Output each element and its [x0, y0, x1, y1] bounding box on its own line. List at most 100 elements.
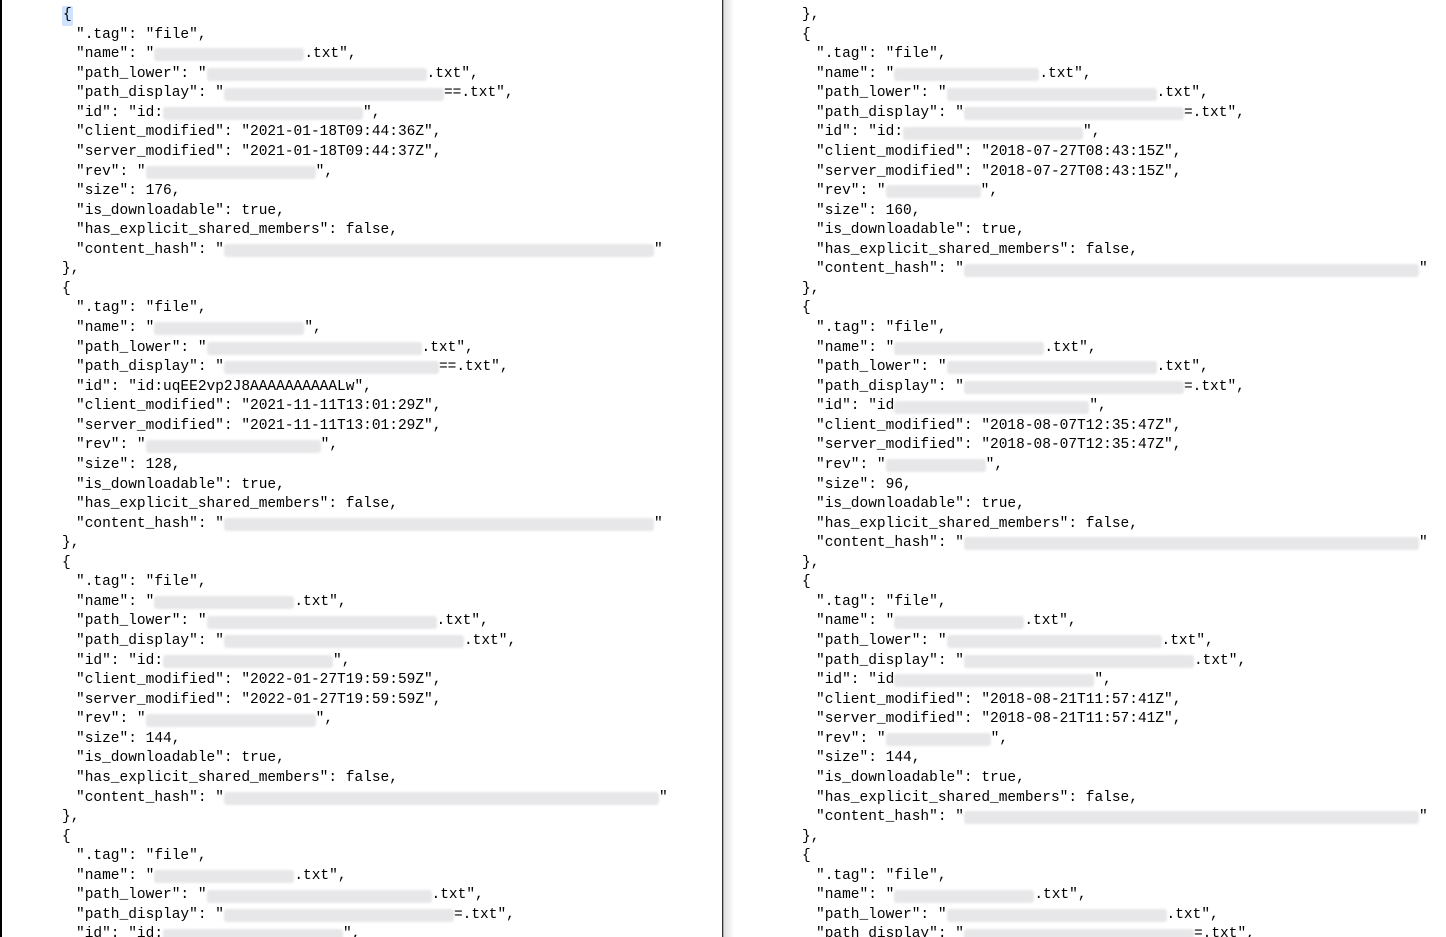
page-right: },{".tag": "file","name": " .txt","path_… — [723, 0, 1446, 937]
redacted-text — [146, 714, 316, 727]
json-line: }, — [20, 260, 718, 280]
json-line: "name": " .txt", — [760, 886, 1442, 906]
redacted-text — [224, 635, 464, 648]
json-line: "path_display": " ==.txt", — [20, 84, 718, 104]
redacted-text — [224, 361, 439, 374]
redacted-text — [947, 909, 1167, 922]
json-line: }, — [760, 6, 1442, 26]
json-line: "name": " .txt", — [760, 612, 1442, 632]
json-line: "name": " .txt", — [20, 593, 718, 613]
redacted-text — [947, 635, 1162, 648]
json-line: "has_explicit_shared_members": false, — [760, 515, 1442, 535]
json-line: "is_downloadable": true, — [20, 202, 718, 222]
redacted-text — [154, 596, 294, 609]
redacted-text — [886, 459, 986, 472]
json-line: ".tag": "file", — [20, 573, 718, 593]
json-line: ".tag": "file", — [760, 867, 1442, 887]
json-line: "rev": " ", — [760, 456, 1442, 476]
redacted-text — [894, 68, 1039, 81]
json-line: "path_display": " ==.txt", — [20, 358, 718, 378]
json-line: "path_lower": " .txt", — [760, 632, 1442, 652]
redacted-text — [224, 909, 454, 922]
json-line: "size": 128, — [20, 456, 718, 476]
redacted-text — [964, 929, 1194, 937]
json-line: "name": " .txt", — [20, 45, 718, 65]
json-line: "size": 160, — [760, 202, 1442, 222]
json-line: { — [20, 6, 718, 26]
json-line: "path_lower": " .txt", — [760, 84, 1442, 104]
json-line: "path_lower": " .txt", — [20, 65, 718, 85]
json-line: "client_modified": "2018-08-21T11:57:41Z… — [760, 691, 1442, 711]
json-line: "path_lower": " .txt", — [20, 339, 718, 359]
json-line: ".tag": "file", — [760, 45, 1442, 65]
json-line: "is_downloadable": true, — [20, 749, 718, 769]
redacted-text — [964, 107, 1184, 120]
redacted-text — [894, 890, 1034, 903]
redacted-text — [947, 361, 1157, 374]
json-line: "path_display": " .txt", — [20, 632, 718, 652]
json-line: "path_lower": " .txt", — [20, 612, 718, 632]
json-line: "rev": " ", — [20, 710, 718, 730]
json-line: { — [760, 847, 1442, 867]
json-line: }, — [760, 280, 1442, 300]
json-line: "server_modified": "2022-01-27T19:59:59Z… — [20, 691, 718, 711]
json-line: "id": "id:uqEE2vp2J8AAAAAAAAAALw", — [20, 378, 718, 398]
json-line: "path_lower": " .txt", — [760, 906, 1442, 926]
json-line: "id": "id: ", — [20, 925, 718, 937]
redacted-text — [207, 342, 422, 355]
redacted-text — [894, 674, 1094, 687]
redacted-text — [903, 127, 1083, 140]
redacted-text — [964, 381, 1184, 394]
json-line: "path_display": " =.txt", — [760, 378, 1442, 398]
json-line: "size": 144, — [760, 749, 1442, 769]
json-line: "id": "id: ", — [20, 104, 718, 124]
redacted-text — [163, 655, 333, 668]
json-line: { — [760, 299, 1442, 319]
json-line: "name": " .txt", — [20, 867, 718, 887]
json-line: "size": 176, — [20, 182, 718, 202]
redacted-text — [224, 792, 659, 805]
json-line: "has_explicit_shared_members": false, — [20, 495, 718, 515]
json-line: "server_modified": "2021-11-11T13:01:29Z… — [20, 417, 718, 437]
redacted-text — [894, 342, 1044, 355]
json-line: "content_hash": " " — [760, 808, 1442, 828]
json-line: "id": "id ", — [760, 397, 1442, 417]
json-line: }, — [20, 808, 718, 828]
json-line: ".tag": "file", — [760, 593, 1442, 613]
json-line: ".tag": "file", — [20, 847, 718, 867]
json-line: "client_modified": "2018-08-07T12:35:47Z… — [760, 417, 1442, 437]
json-line: "size": 96, — [760, 476, 1442, 496]
json-line: ".tag": "file", — [760, 319, 1442, 339]
json-line: "is_downloadable": true, — [760, 495, 1442, 515]
redacted-text — [154, 322, 304, 335]
json-line: }, — [760, 828, 1442, 848]
redacted-text — [146, 440, 321, 453]
json-line: "content_hash": " " — [760, 260, 1442, 280]
json-line: "name": " ", — [20, 319, 718, 339]
json-line: "has_explicit_shared_members": false, — [760, 789, 1442, 809]
redacted-text — [154, 48, 304, 61]
json-line: { — [20, 280, 718, 300]
redacted-text — [947, 88, 1157, 101]
json-line: "server_modified": "2018-07-27T08:43:15Z… — [760, 163, 1442, 183]
json-line: "client_modified": "2022-01-27T19:59:59Z… — [20, 671, 718, 691]
json-line: "path_display": " =.txt", — [20, 906, 718, 926]
json-line: "content_hash": " " — [20, 241, 718, 261]
redacted-text — [224, 88, 444, 101]
json-line: "is_downloadable": true, — [20, 476, 718, 496]
json-line: "server_modified": "2018-08-21T11:57:41Z… — [760, 710, 1442, 730]
json-line: { — [760, 26, 1442, 46]
json-line: "path_display": " .txt", — [760, 652, 1442, 672]
page-left: {".tag": "file","name": " .txt","path_lo… — [0, 0, 723, 937]
json-line: "has_explicit_shared_members": false, — [20, 769, 718, 789]
redacted-text — [163, 107, 363, 120]
redacted-text — [146, 166, 316, 179]
json-line: "rev": " ", — [760, 182, 1442, 202]
json-line: "client_modified": "2021-01-18T09:44:36Z… — [20, 123, 718, 143]
json-line: "id": "id: ", — [20, 652, 718, 672]
json-line: "content_hash": " " — [760, 534, 1442, 554]
redacted-text — [894, 616, 1024, 629]
json-line: "client_modified": "2021-11-11T13:01:29Z… — [20, 397, 718, 417]
json-line: ".tag": "file", — [20, 26, 718, 46]
json-line: }, — [20, 534, 718, 554]
